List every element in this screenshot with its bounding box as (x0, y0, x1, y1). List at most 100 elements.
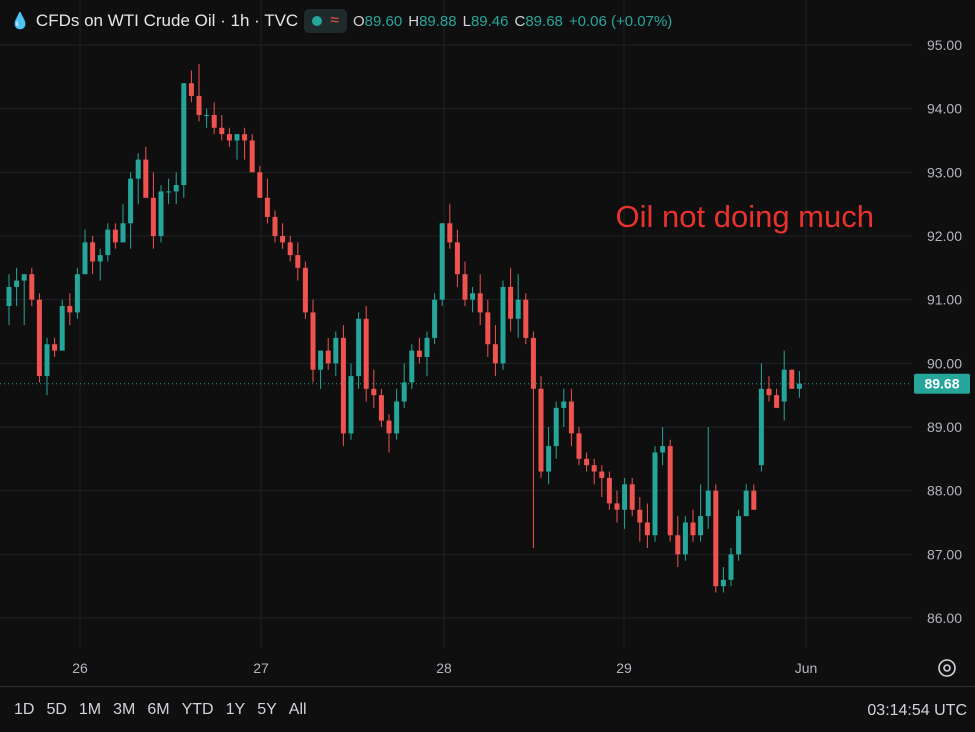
price-axis: 95.00 94.00 93.00 92.00 91.00 90.00 89.00 88.00… (927, 37, 962, 626)
candle (287, 236, 293, 262)
candle-body (401, 382, 407, 402)
candle-body (356, 318, 362, 377)
candle (211, 102, 217, 135)
candle (409, 344, 415, 389)
candle-body (462, 274, 468, 300)
candle (424, 331, 430, 377)
candle-body (606, 477, 612, 504)
bottom-toolbar: 1D 5D 1M 3M 6M YTD 1Y 5Y All 03:14:54 UT… (0, 686, 975, 732)
candle-body (652, 452, 658, 536)
candle-body (158, 191, 164, 236)
candle-body (576, 433, 582, 459)
candle (74, 267, 80, 319)
candle-body (44, 344, 50, 377)
candle-body (82, 242, 88, 275)
candle-body (6, 286, 12, 307)
close-value: 89.68 (525, 12, 563, 30)
candle-body (287, 242, 293, 256)
candle (667, 439, 673, 542)
candle-body (325, 350, 331, 364)
candle (112, 223, 118, 249)
candle-body (432, 299, 438, 338)
candle (204, 108, 210, 128)
candle (302, 261, 308, 319)
range-1m[interactable]: 1M (73, 701, 107, 719)
candle (758, 363, 764, 472)
high-label: H (408, 12, 420, 30)
open-label: O (353, 12, 365, 30)
candle-body (682, 522, 688, 555)
utc-clock[interactable]: 03:14:54 UTC (867, 702, 967, 720)
candle-body (128, 178, 134, 224)
candle (500, 280, 506, 370)
candle (515, 274, 521, 338)
ohlc-readout: O89.60 H89.88 L89.46 C89.68 +0.06 (+0.07… (353, 13, 672, 30)
candle-body (302, 267, 308, 313)
candle (295, 242, 301, 281)
candle (318, 350, 324, 389)
range-5y[interactable]: 5Y (251, 701, 283, 719)
candle-body (52, 344, 58, 351)
candle-body (394, 401, 400, 434)
range-3m[interactable]: 3M (107, 701, 141, 719)
candle (249, 134, 255, 173)
range-all[interactable]: All (283, 701, 313, 719)
range-ytd[interactable]: YTD (176, 701, 220, 719)
range-5d[interactable]: 5D (40, 701, 72, 719)
candle (606, 471, 612, 510)
candle (546, 427, 552, 485)
high-value: 89.88 (419, 12, 457, 30)
candle (599, 465, 605, 498)
y-tick-label: 94.00 (927, 101, 962, 117)
candle (622, 477, 628, 529)
candle (6, 274, 12, 326)
y-tick-label: 86.00 (927, 610, 962, 626)
candle-body (538, 388, 544, 472)
candle-body (348, 376, 354, 434)
range-1y[interactable]: 1Y (220, 701, 252, 719)
candle-body (591, 465, 597, 472)
candle (796, 370, 802, 398)
candle (257, 165, 263, 198)
candle (492, 325, 498, 377)
candle-body (470, 293, 476, 300)
x-tick-label: 26 (72, 660, 88, 676)
range-1d[interactable]: 1D (8, 701, 40, 719)
candle (143, 146, 149, 198)
range-6m[interactable]: 6M (141, 701, 175, 719)
candle (105, 223, 111, 262)
candle-body (614, 503, 620, 510)
candle-body (447, 223, 453, 243)
candle-body (196, 95, 202, 116)
candle (508, 267, 514, 332)
candle-body (409, 350, 415, 383)
candle (675, 516, 681, 568)
candle (584, 452, 590, 472)
candle (97, 248, 103, 281)
candle-body (272, 216, 278, 236)
status-pill[interactable]: ≈ (304, 9, 347, 33)
candle-body (454, 242, 460, 275)
candle-body (561, 401, 567, 408)
candle-body (698, 516, 704, 536)
change-value: +0.06 (+0.07%) (568, 12, 673, 30)
candle (447, 204, 453, 249)
chart-header: 💧 CFDs on WTI Crude Oil · 1h · TVC ≈ O89… (10, 8, 672, 34)
candle-body (728, 554, 734, 580)
candle-body (257, 172, 263, 198)
candle-body (371, 388, 377, 396)
candle (637, 497, 643, 542)
candle (280, 223, 286, 249)
candle-body (751, 490, 757, 510)
candle-body (143, 159, 149, 198)
candle-body (508, 286, 514, 319)
settings-icon[interactable] (938, 659, 956, 677)
candle-body (720, 579, 726, 587)
symbol-title[interactable]: CFDs on WTI Crude Oil · 1h · TVC (36, 11, 298, 31)
candle-body (584, 458, 590, 466)
candle (682, 516, 688, 561)
price-chart[interactable]: 95.00 94.00 93.00 92.00 91.00 90.00 89.00 88.00… (0, 0, 975, 686)
candle (356, 312, 362, 389)
candle-body (363, 318, 369, 389)
y-tick-label: 90.00 (927, 355, 962, 371)
